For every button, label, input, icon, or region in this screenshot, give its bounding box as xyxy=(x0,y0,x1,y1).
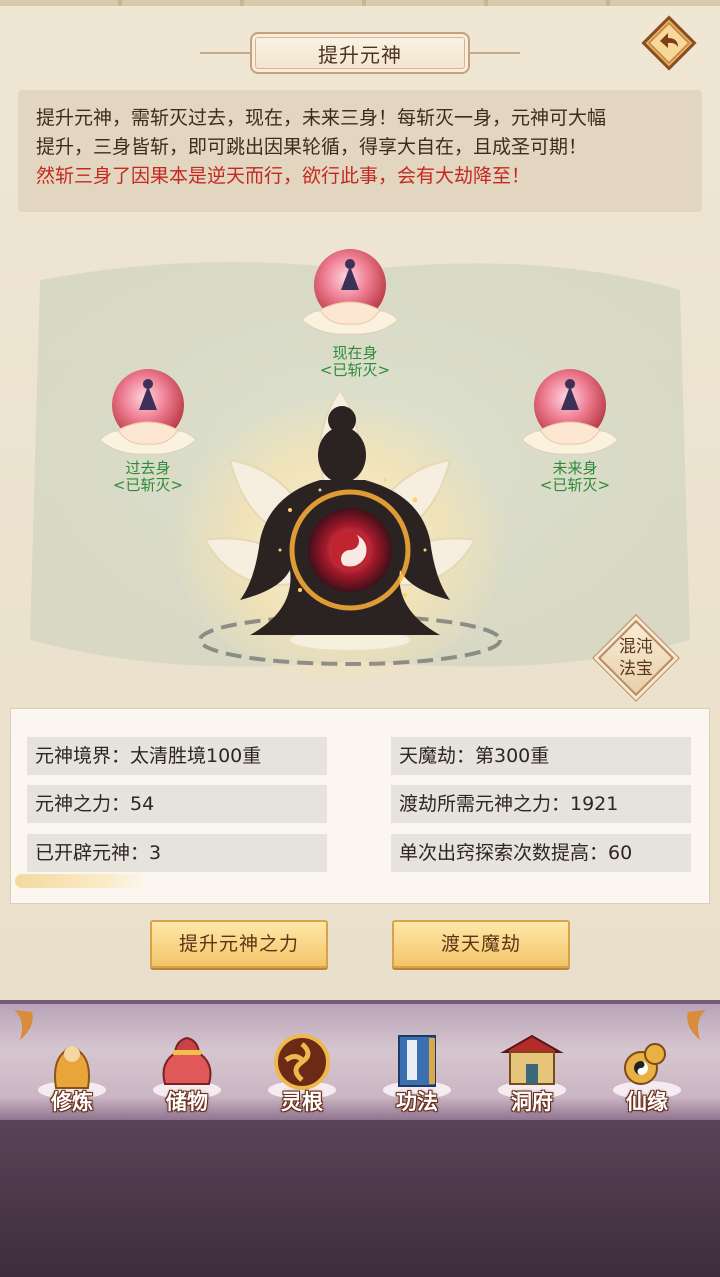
scroll-indicator xyxy=(15,874,147,888)
chaos-treasure-line-1: 混沌 xyxy=(619,637,653,657)
nav-immortal-fate-label: 仙缘 xyxy=(626,1090,668,1114)
stats-panel: 元神境界：太清胜境100重 天魔劫：第300重 元神之力：54 渡劫所需元神之力… xyxy=(10,708,710,904)
nav-techniques-label: 功法 xyxy=(396,1090,438,1114)
stat-realm: 元神境界：太清胜境100重 xyxy=(27,737,327,775)
nav-spirit-root-label: 灵根 xyxy=(281,1090,323,1114)
present-body-status: <已斩灭> xyxy=(319,361,391,379)
stat-power: 元神之力：54 xyxy=(27,785,327,823)
nav-techniques[interactable]: 功法 xyxy=(367,1022,467,1120)
future-body[interactable]: 未来身 <已斩灭> xyxy=(520,460,630,494)
past-body-status: <已斩灭> xyxy=(112,476,184,494)
present-body[interactable]: 现在身 <已斩灭> xyxy=(300,345,410,379)
description-box: 提升元神，需斩灭过去，现在，未来三身！每斩灭一身，元神可大幅 提升，三身皆斩，即… xyxy=(18,90,702,212)
lower-background xyxy=(0,1120,720,1277)
description-warning: 然斩三身了因果本是逆天而行，欲行此事，会有大劫降至！ xyxy=(36,165,531,187)
future-body-name: 未来身 xyxy=(552,459,598,477)
nav-spirit-root[interactable]: 灵根 xyxy=(252,1022,352,1120)
future-body-status: <已斩灭> xyxy=(539,476,611,494)
nav-cultivation-label: 修炼 xyxy=(51,1090,93,1114)
raise-power-button[interactable]: 提升元神之力 xyxy=(150,920,328,968)
title-banner: 提升元神 xyxy=(200,30,520,76)
nav-immortal-fate[interactable]: 仙缘 xyxy=(597,1022,697,1120)
stat-required-power: 渡劫所需元神之力：1921 xyxy=(391,785,691,823)
past-body-name: 过去身 xyxy=(125,459,171,477)
back-button[interactable] xyxy=(640,14,698,72)
bottom-nav: 修炼 储物 灵根 功法 洞府 仙缘 xyxy=(0,1000,720,1120)
stat-tribulation: 天魔劫：第300重 xyxy=(391,737,691,775)
nav-cave[interactable]: 洞府 xyxy=(482,1022,582,1120)
page-title: 提升元神 xyxy=(250,32,470,74)
stat-opened: 已开辟元神：3 xyxy=(27,834,327,872)
description-line-2: 提升，三身皆斩，即可跳出因果轮循，得享大自在，且成圣可期！ xyxy=(36,136,588,158)
cross-tribulation-button[interactable]: 渡天魔劫 xyxy=(392,920,570,968)
chaos-treasure-label: 混沌 法宝 xyxy=(598,636,674,680)
back-arrow-icon xyxy=(641,15,697,71)
stat-explore-bonus: 单次出窍探索次数提高：60 xyxy=(391,834,691,872)
nav-storage[interactable]: 储物 xyxy=(137,1022,237,1120)
chaos-treasure-button[interactable]: 混沌 法宝 xyxy=(597,619,675,697)
description-line-1: 提升元神，需斩灭过去，现在，未来三身！每斩灭一身，元神可大幅 xyxy=(36,107,607,129)
present-body-name: 现在身 xyxy=(332,344,378,362)
chaos-treasure-line-2: 法宝 xyxy=(619,659,653,679)
nav-cave-label: 洞府 xyxy=(511,1090,553,1114)
main-panel: 提升元神 提升元神，需斩灭过去，现在，未来三身！每斩灭一身，元神可大幅 提升，三… xyxy=(0,0,720,1000)
nav-storage-label: 储物 xyxy=(166,1090,208,1114)
past-body[interactable]: 过去身 <已斩灭> xyxy=(93,460,203,494)
top-tab-strip xyxy=(0,0,720,6)
nav-cultivation[interactable]: 修炼 xyxy=(22,1022,122,1120)
